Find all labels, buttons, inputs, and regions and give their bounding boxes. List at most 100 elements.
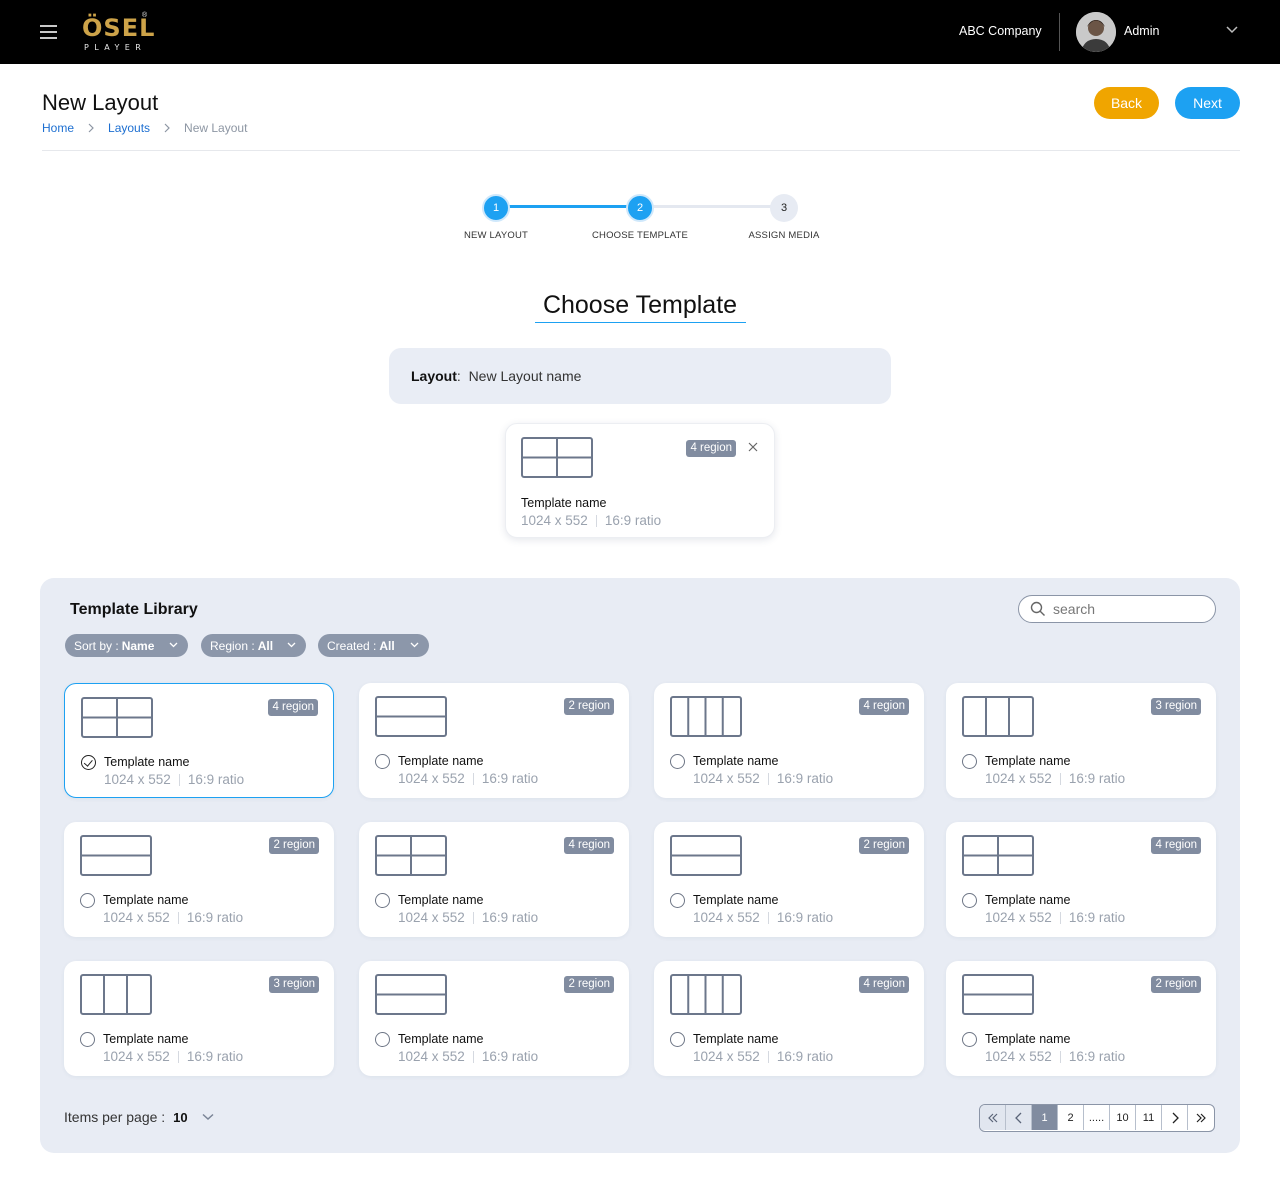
search-box[interactable] <box>1018 595 1216 623</box>
radio-icon[interactable] <box>962 1032 977 1047</box>
page-button[interactable]: 1 <box>1032 1105 1058 1130</box>
logo-subtitle: PLAYER <box>84 43 147 52</box>
template-ratio: 16:9 ratio <box>1068 1049 1126 1064</box>
page-button[interactable]: 10 <box>1110 1105 1136 1130</box>
region-badge: 2 region <box>1151 976 1201 993</box>
template-ratio: 16:9 ratio <box>776 910 834 925</box>
chevron-down-icon[interactable] <box>1225 25 1239 35</box>
region-filter[interactable]: Region : All <box>201 634 306 657</box>
template-size: 1024 x 552 <box>398 1049 465 1064</box>
template-size: 1024 x 552 <box>398 771 465 786</box>
template-name: Template name <box>985 1032 1071 1046</box>
template-meta: 1024 x 552 16:9 ratio <box>398 910 538 925</box>
meta-separator <box>472 911 474 924</box>
library-title: Template Library <box>70 601 198 618</box>
template-library-panel: Template Library Sort by :Name Region :A… <box>40 578 1240 1153</box>
sort-by-label: Sort by : <box>74 638 119 653</box>
top-bar: ÖSEL ® PLAYER ABC Company Admin <box>0 0 1280 64</box>
region-badge: 2 region <box>564 698 614 715</box>
avatar[interactable] <box>1076 12 1116 52</box>
chevron-down-icon <box>410 642 419 648</box>
items-per-page: Items per page : 10 <box>64 1109 214 1125</box>
template-ratio: 16:9 ratio <box>776 1049 834 1064</box>
template-ratio: 16:9 ratio <box>776 771 834 786</box>
radio-icon[interactable] <box>962 893 977 908</box>
back-button[interactable]: Back <box>1094 87 1159 119</box>
step-2-label: CHOOSE TEMPLATE <box>591 230 689 241</box>
step-1-circle[interactable]: 1 <box>482 194 510 222</box>
chevron-down-icon[interactable] <box>202 1113 214 1121</box>
radio-icon[interactable] <box>962 754 977 769</box>
meta-separator <box>177 911 179 924</box>
breadcrumb-layouts[interactable]: Layouts <box>108 121 150 135</box>
template-size: 1024 x 552 <box>985 910 1052 925</box>
template-ratio: 16:9 ratio <box>187 772 245 787</box>
sort-by-filter[interactable]: Sort by : Name <box>65 634 188 657</box>
layout-name-value: New Layout name <box>468 368 582 384</box>
radio-icon[interactable] <box>670 1032 685 1047</box>
menu-icon[interactable] <box>40 25 57 39</box>
selected-template-card: 4 region Template name 1024 x 552 16:9 ra… <box>505 423 775 538</box>
created-filter[interactable]: Created : All <box>318 634 429 657</box>
created-filter-value: All <box>379 638 395 653</box>
template-card[interactable]: 4 region Template name 1024 x 552 16:9 rati… <box>359 822 629 937</box>
meta-separator <box>178 773 180 786</box>
template-name: Template name <box>398 893 484 907</box>
breadcrumb-home[interactable]: Home <box>42 121 74 135</box>
region-filter-label: Region : <box>210 638 255 653</box>
template-preview-icon <box>375 974 447 1015</box>
template-card[interactable]: 4 region Template name 1024 x 552 16:9 rati… <box>654 961 924 1076</box>
stepper-progress-line <box>509 205 627 208</box>
template-ratio: 16:9 ratio <box>481 771 539 786</box>
template-card[interactable]: 2 region Template name 1024 x 552 16:9 rati… <box>64 822 334 937</box>
radio-icon[interactable] <box>670 893 685 908</box>
radio-icon[interactable] <box>80 893 95 908</box>
template-name: Template name <box>693 754 779 768</box>
step-3-circle[interactable]: 3 <box>770 194 798 222</box>
chevron-right-icon <box>88 123 94 133</box>
template-card[interactable]: 2 region Template name 1024 x 552 16:9 rati… <box>654 822 924 937</box>
template-card[interactable]: 2 region Template name 1024 x 552 16:9 rati… <box>359 961 629 1076</box>
meta-separator <box>1059 772 1061 785</box>
meta-separator <box>472 772 474 785</box>
page-button[interactable]: 11 <box>1136 1105 1162 1130</box>
page-button[interactable]: 2 <box>1058 1105 1084 1130</box>
radio-icon[interactable] <box>375 1032 390 1047</box>
chevron-left-icon <box>1014 1112 1021 1123</box>
stepper-remaining-line <box>653 205 771 208</box>
step-2-circle[interactable]: 2 <box>626 194 654 222</box>
template-meta: 1024 x 552 16:9 ratio <box>693 910 833 925</box>
layout-name-box: Layout: New Layout name <box>389 348 891 404</box>
last-page-button[interactable] <box>1188 1105 1214 1130</box>
next-page-button[interactable] <box>1162 1105 1188 1130</box>
radio-checked-icon[interactable] <box>81 755 96 770</box>
next-button[interactable]: Next <box>1175 87 1240 119</box>
radio-icon[interactable] <box>375 754 390 769</box>
region-badge: 3 region <box>269 976 319 993</box>
radio-icon[interactable] <box>80 1032 95 1047</box>
template-card[interactable]: 4 region Template name 1024 x 552 16:9 rati… <box>946 822 1216 937</box>
template-card[interactable]: 2 region Template name 1024 x 552 16:9 rati… <box>946 961 1216 1076</box>
region-badge: 3 region <box>1151 698 1201 715</box>
user-avatar-icon <box>1076 12 1116 52</box>
layout-label: Layout <box>411 368 457 384</box>
template-card[interactable]: 2 region Template name 1024 x 552 16:9 rati… <box>359 683 629 798</box>
radio-icon[interactable] <box>670 754 685 769</box>
user-name[interactable]: Admin <box>1124 24 1159 38</box>
brand-logo[interactable]: ÖSEL ® PLAYER <box>82 12 154 54</box>
template-card[interactable]: 3 region Template name 1024 x 552 16:9 rati… <box>946 683 1216 798</box>
prev-page-button[interactable] <box>1006 1105 1032 1130</box>
template-preview-icon <box>962 696 1034 737</box>
region-filter-value: All <box>257 638 274 653</box>
search-input[interactable] <box>1053 600 1203 618</box>
header-divider <box>1059 13 1060 51</box>
first-page-button[interactable] <box>980 1105 1006 1130</box>
template-preview-icon <box>375 835 447 876</box>
template-name: Template name <box>103 1032 189 1046</box>
close-icon[interactable] <box>748 442 758 452</box>
template-card[interactable]: 4 region Template name 1024 x 552 16:9 rati… <box>64 683 334 798</box>
chevron-right-icon <box>164 123 170 133</box>
radio-icon[interactable] <box>375 893 390 908</box>
template-card[interactable]: 3 region Template name 1024 x 552 16:9 rati… <box>64 961 334 1076</box>
template-card[interactable]: 4 region Template name 1024 x 552 16:9 rati… <box>654 683 924 798</box>
